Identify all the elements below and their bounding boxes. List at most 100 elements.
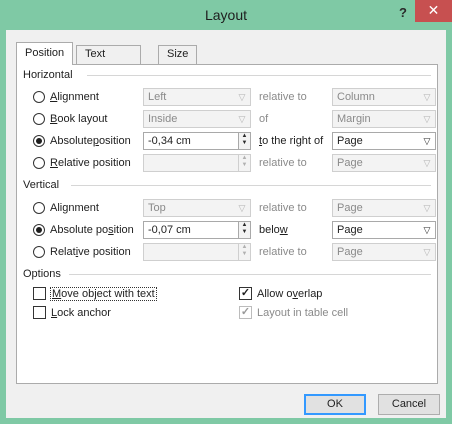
chevron-down-icon: ▽: [238, 114, 246, 124]
h-absolute-position-input[interactable]: -0,34 cm ▲ ▼: [143, 132, 251, 150]
relation-text: o the right of: [262, 135, 324, 147]
select-value: Inside: [148, 113, 178, 125]
label-text: lignment: [57, 91, 99, 103]
h-alignment-select[interactable]: Left ▽: [143, 88, 251, 106]
select-value: Page: [337, 157, 363, 169]
radio-icon: [33, 246, 45, 258]
vertical-divider: [71, 185, 431, 186]
h-book-layout-radio[interactable]: Book layout: [33, 113, 108, 125]
h-alignment-radio[interactable]: Alignment: [33, 91, 99, 103]
radio-icon: [33, 91, 45, 103]
v-alignment-relative-select[interactable]: Page ▽: [332, 199, 436, 217]
relation-text: belo: [259, 224, 280, 236]
label-text: Ali: [50, 202, 63, 214]
chevron-down-icon: ▽: [423, 247, 431, 257]
horizontal-divider: [87, 75, 431, 76]
label-text: ock anchor: [57, 306, 111, 319]
input-value: -0,34 cm: [148, 135, 191, 147]
vertical-section-title: Vertical: [23, 179, 60, 191]
tab-text-wrapping[interactable]: Text Wrapping: [76, 45, 141, 77]
chevron-down-icon: ▽: [238, 203, 246, 213]
h-relative-position-radio[interactable]: Relative position: [33, 157, 131, 169]
spinner-icon[interactable]: ▲ ▼: [238, 222, 250, 238]
lock-anchor-checkbox[interactable]: Lock anchor: [33, 306, 111, 319]
h-book-layout-relative-select[interactable]: Margin ▽: [332, 110, 436, 128]
label-text: elative position: [57, 157, 131, 169]
chevron-down-icon: ▽: [423, 92, 431, 102]
select-value: Page: [337, 224, 363, 236]
select-value: Left: [148, 91, 167, 103]
label-text: Allow o: [257, 287, 293, 300]
move-object-with-text-checkbox[interactable]: Move object with text: [33, 286, 157, 301]
chevron-down-icon: ▽: [423, 203, 431, 213]
layout-dialog: Layout ? ✕ Position Text Wrapping Size H…: [0, 0, 452, 424]
select-value: Page: [337, 135, 363, 147]
layout-in-table-cell-checkbox[interactable]: ✓ Layout in table cell: [239, 306, 348, 319]
v-absolute-position-radio[interactable]: Absolute po s ition: [33, 224, 134, 236]
v-alignment-radio[interactable]: Ali g nment: [33, 202, 99, 214]
label-accel: R: [50, 157, 58, 169]
h-alignment-relative-select[interactable]: Column ▽: [332, 88, 436, 106]
label-accel: B: [50, 113, 58, 125]
chevron-down-icon: ▽: [238, 92, 246, 102]
h-absolute-position-radio[interactable]: Absolute p osition: [33, 135, 131, 147]
checkbox-icon: [33, 287, 46, 300]
label-accel: M: [52, 287, 62, 300]
h-absolute-relative-select[interactable]: Page ▽: [332, 132, 436, 150]
v-relative-position-radio[interactable]: Relat i ve position: [33, 246, 131, 258]
spinner-icon[interactable]: ▲ ▼: [238, 244, 250, 260]
chevron-down-icon: ▽: [423, 158, 431, 168]
v-relative-relation: relative to: [259, 246, 307, 258]
checkbox-label: Move object with text: [50, 286, 157, 301]
position-panel: Horizontal Alignment Left ▽ relative to …: [16, 64, 438, 384]
radio-icon: [33, 202, 45, 214]
chevron-down-icon: ▽: [423, 136, 431, 146]
options-divider: [69, 274, 431, 275]
select-value: Column: [337, 91, 375, 103]
window-title: Layout: [204, 7, 248, 23]
label-text: Absolute: [50, 135, 93, 147]
v-alignment-relation: relative to: [259, 202, 307, 214]
radio-selected-icon: [33, 135, 45, 147]
dialog-body: Position Text Wrapping Size Horizontal A…: [6, 30, 446, 418]
label-text: Absolute po: [50, 224, 109, 236]
v-relative-relative-select[interactable]: Page ▽: [332, 243, 436, 261]
label-text: nment: [68, 202, 99, 214]
radio-icon: [33, 157, 45, 169]
radio-icon: [33, 113, 45, 125]
spinner-icon[interactable]: ▲ ▼: [238, 155, 250, 171]
title-bar[interactable]: Layout ? ✕: [0, 0, 452, 30]
h-book-layout-select[interactable]: Inside ▽: [143, 110, 251, 128]
close-button[interactable]: ✕: [415, 0, 452, 22]
cancel-button[interactable]: Cancel: [378, 394, 440, 415]
h-book-layout-relation: of: [259, 113, 269, 125]
allow-overlap-checkbox[interactable]: ✓ Allow o v erlap: [239, 287, 322, 300]
check-icon: ✓: [239, 306, 252, 319]
label-accel: A: [50, 91, 58, 103]
v-absolute-position-input[interactable]: -0,07 cm ▲ ▼: [143, 221, 251, 239]
help-button[interactable]: ?: [392, 4, 414, 22]
horizontal-section-title: Horizontal: [23, 69, 73, 81]
label-text: osition: [98, 135, 131, 147]
label-text: Relat: [50, 246, 76, 258]
label-text: Layout in table cell: [257, 306, 349, 319]
v-absolute-relative-select[interactable]: Page ▽: [332, 221, 436, 239]
label-text: ition: [113, 224, 134, 236]
label-text: erlap: [297, 287, 323, 300]
tab-size[interactable]: Size: [158, 45, 198, 64]
radio-selected-icon: [33, 224, 45, 236]
chevron-down-icon: ▽: [423, 114, 431, 124]
chevron-down-icon: ▽: [423, 225, 431, 235]
select-value: Margin: [337, 113, 371, 125]
h-relative-position-input[interactable]: ▲ ▼: [143, 154, 251, 172]
h-relative-relation: relative to: [259, 157, 307, 169]
label-text: ook layout: [57, 113, 108, 125]
h-relative-relative-select[interactable]: Page ▽: [332, 154, 436, 172]
spinner-icon[interactable]: ▲ ▼: [238, 133, 250, 149]
v-relative-position-input[interactable]: ▲ ▼: [143, 243, 251, 261]
v-alignment-select[interactable]: Top ▽: [143, 199, 251, 217]
h-absolute-relation: to the right of: [259, 135, 323, 147]
ok-button[interactable]: OK: [304, 394, 366, 415]
tab-position[interactable]: Position: [16, 42, 74, 65]
checkbox-icon: [33, 306, 46, 319]
